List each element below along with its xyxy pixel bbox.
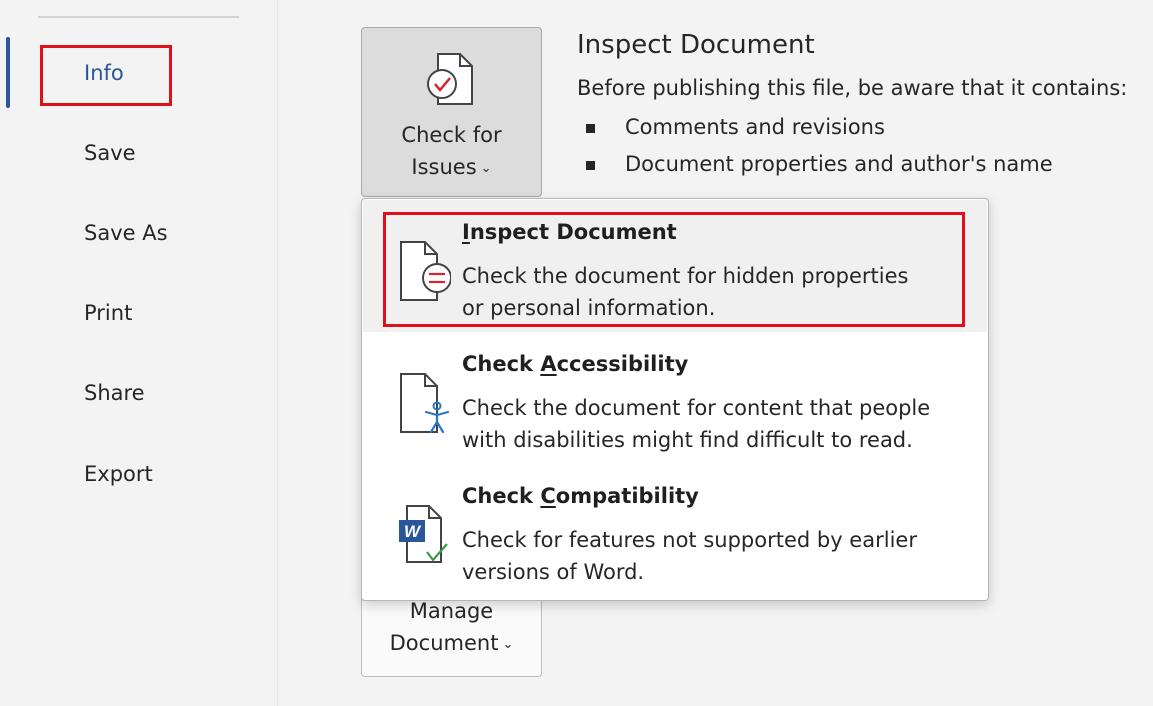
section-title: Inspect Document [577, 30, 815, 60]
backstage-view: Info Save Save As Print Share Export Che… [0, 0, 1153, 706]
menu-item-description: Check for features not supported by earl… [462, 528, 917, 584]
inspect-document-icon [400, 241, 451, 301]
sidebar-item-save[interactable]: Save [84, 141, 136, 165]
menu-item-title: Check Accessibility [462, 352, 689, 376]
bullet-icon [586, 161, 595, 170]
accessibility-icon [400, 373, 450, 434]
sidebar-item-info[interactable]: Info [84, 61, 124, 85]
check-issues-icon [426, 53, 473, 105]
svg-text:W: W [404, 522, 422, 541]
section-description: Before publishing this file, be aware th… [577, 76, 1128, 100]
sidebar-item-share[interactable]: Share [84, 381, 145, 405]
menu-item-title: Inspect Document [462, 220, 677, 244]
bullet-icon [586, 124, 595, 133]
check-issues-label-2: Issues ⌄ [411, 155, 492, 179]
check-for-issues-button[interactable]: Check for Issues ⌄ [361, 27, 542, 197]
sidebar-item-export[interactable]: Export [84, 462, 153, 486]
sidebar-item-save-as[interactable]: Save As [84, 221, 168, 245]
compatibility-icon: W [399, 505, 448, 563]
check-issues-label-1: Check for [401, 123, 502, 147]
menu-item-description: Check the document for content that peop… [462, 396, 931, 452]
manage-label-2: Document ⌄ [389, 631, 514, 655]
chevron-down-icon: ⌄ [502, 637, 514, 652]
menu-item-check-accessibility[interactable]: Check Accessibility Check the document f… [363, 332, 987, 464]
active-indicator [6, 37, 10, 108]
sidebar-item-print[interactable]: Print [84, 301, 132, 325]
menu-item-check-compatibility[interactable]: W Check Compatibility Check for features… [363, 464, 987, 600]
sidebar-divider [38, 16, 239, 18]
backstage-sidebar: Info Save Save As Print Share Export [0, 0, 278, 706]
menu-item-inspect-document[interactable]: Inspect Document Check the document for … [363, 200, 987, 332]
menu-item-description: Check the document for hidden properties… [462, 264, 909, 320]
chevron-down-icon: ⌄ [480, 161, 492, 176]
check-issues-menu: Inspect Document Check the document for … [361, 198, 989, 601]
menu-item-title: Check Compatibility [462, 484, 699, 508]
